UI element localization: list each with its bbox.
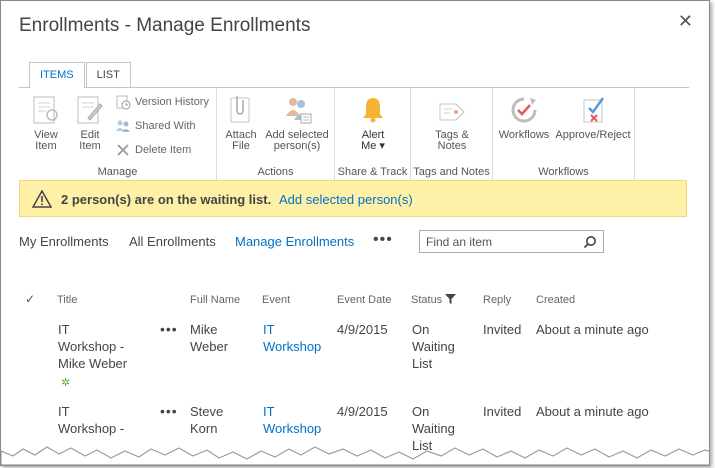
row-title-line: IT: [58, 322, 70, 337]
ribbon: View Item Edit Item Version History Shar…: [19, 87, 689, 180]
view-item-icon: [33, 96, 58, 124]
column-header-title[interactable]: Title: [57, 294, 77, 306]
column-header-event[interactable]: Event: [262, 294, 290, 306]
workflows-label: Workflows: [498, 129, 550, 141]
row-event-date: 4/9/2015: [337, 404, 388, 419]
ribbon-group-manage: View Item Edit Item Version History Shar…: [19, 88, 217, 180]
row-full-name-line: Steve: [190, 404, 224, 419]
dialog: Enrollments - Manage Enrollments ✕ ITEMS…: [0, 0, 710, 466]
tag-icon: [439, 103, 465, 121]
delete-icon: [117, 144, 129, 156]
alert-me-button[interactable]: Alert Me ▾: [353, 94, 393, 152]
row-full-name-line: Weber: [190, 339, 229, 354]
row-title-line: Workshop -: [58, 339, 125, 354]
column-header-event-date[interactable]: Event Date: [337, 294, 391, 306]
version-history-icon: [116, 95, 131, 110]
ribbon-tabs: ITEMS LIST: [29, 62, 132, 88]
approve-reject-label: Approve/Reject: [555, 129, 631, 141]
column-header-reply[interactable]: Reply: [483, 294, 511, 306]
row-full-name: Mike Weber: [190, 321, 228, 355]
group-label-workflows: Workflows: [538, 166, 589, 178]
edit-item-icon: [77, 96, 103, 124]
edit-item-label-2: Item: [79, 140, 101, 152]
ribbon-group-actions: Attach File Add selected person(s) Actio…: [217, 88, 335, 180]
row-title-line: IT: [58, 404, 70, 419]
add-selected-persons-link[interactable]: Add selected person(s): [279, 192, 413, 207]
row-created: About a minute ago: [536, 322, 649, 337]
row-status: On Waiting List: [412, 321, 455, 372]
dialog-title: Enrollments - Manage Enrollments: [19, 15, 311, 36]
workflows-button[interactable]: Workflows: [497, 94, 551, 141]
row-event-line: IT: [263, 322, 275, 337]
edit-item-button[interactable]: Edit Item: [71, 94, 109, 152]
row-menu-button[interactable]: •••: [160, 321, 178, 337]
column-header-full-name[interactable]: Full Name: [190, 294, 240, 306]
row-event-link[interactable]: IT Workshop: [263, 321, 321, 355]
tab-items[interactable]: ITEMS: [29, 62, 85, 88]
more-views-button[interactable]: •••: [373, 231, 393, 249]
workflows-icon: [511, 97, 537, 123]
view-manage-enrollments[interactable]: Manage Enrollments: [235, 234, 354, 249]
ribbon-group-tags-notes: Tags & Notes Tags and Notes: [411, 88, 493, 180]
select-all-checkmark[interactable]: ✓: [25, 292, 35, 306]
delete-item-button[interactable]: Delete Item: [115, 142, 191, 158]
banner-message: 2 person(s) are on the waiting list.: [61, 192, 272, 207]
shared-with-icon: [116, 120, 130, 132]
version-history-button[interactable]: Version History: [115, 94, 209, 110]
tab-list[interactable]: LIST: [85, 62, 131, 88]
row-event-line: IT: [263, 404, 275, 419]
shared-with-label: Shared With: [135, 120, 196, 132]
ribbon-group-share-track: Alert Me ▾ Share & Track: [335, 88, 411, 180]
row-status-line: List: [412, 356, 433, 371]
delete-item-label: Delete Item: [135, 144, 192, 156]
torn-edge-decoration: [1, 446, 709, 465]
row-event-line: Workshop: [263, 339, 322, 354]
attach-file-label-2: File: [232, 140, 250, 152]
ribbon-group-workflows: Workflows Approve/Reject Workflows: [493, 88, 635, 180]
new-item-icon: ✲: [61, 377, 71, 389]
waiting-list-banner: 2 person(s) are on the waiting list. Add…: [19, 180, 687, 217]
bell-icon: [363, 98, 383, 123]
group-label-manage: Manage: [97, 166, 138, 178]
row-title[interactable]: IT Workshop - Mike Weber: [58, 321, 127, 372]
close-icon[interactable]: ✕: [678, 11, 693, 32]
approve-reject-icon: [583, 97, 605, 123]
version-history-label: Version History: [135, 96, 209, 108]
search-input[interactable]: [420, 231, 575, 252]
group-label-share-track: Share & Track: [337, 166, 408, 178]
column-header-created[interactable]: Created: [536, 294, 575, 306]
group-label-actions: Actions: [257, 166, 294, 178]
search-icon[interactable]: [583, 235, 597, 249]
row-status-line: On: [412, 404, 430, 419]
view-all-enrollments[interactable]: All Enrollments: [129, 234, 216, 249]
filter-icon: [445, 294, 457, 304]
column-header-status[interactable]: Status: [411, 294, 457, 306]
row-menu-button[interactable]: •••: [160, 403, 178, 419]
tags-notes-label-2: Notes: [437, 140, 467, 152]
row-event-date: 4/9/2015: [337, 322, 388, 337]
row-status-line: On: [412, 322, 430, 337]
view-item-button[interactable]: View Item: [27, 94, 65, 152]
approve-reject-button[interactable]: Approve/Reject: [553, 94, 633, 141]
row-full-name-line: Mike: [190, 322, 218, 337]
add-selected-persons-button[interactable]: Add selected person(s): [263, 94, 331, 152]
search-box: [419, 230, 604, 253]
row-created: About a minute ago: [536, 404, 649, 419]
attach-file-icon: [230, 96, 250, 123]
row-title-line: Mike Weber: [58, 356, 128, 371]
group-label-tags-notes: Tags and Notes: [413, 166, 490, 178]
column-header-status-label: Status: [411, 294, 443, 306]
shared-with-button[interactable]: Shared With: [115, 118, 196, 134]
add-selected-label-2: person(s): [273, 140, 321, 152]
add-persons-icon: [286, 98, 312, 124]
view-my-enrollments[interactable]: My Enrollments: [19, 234, 109, 249]
row-reply: Invited: [483, 404, 522, 419]
attach-file-button[interactable]: Attach File: [223, 94, 259, 152]
tags-notes-button[interactable]: Tags & Notes: [431, 94, 473, 152]
row-status-line: Waiting: [412, 339, 455, 354]
view-item-label-2: Item: [35, 140, 57, 152]
warning-icon: [32, 190, 52, 208]
row-reply: Invited: [483, 322, 522, 337]
alert-me-label-2: Me ▾: [361, 140, 385, 152]
